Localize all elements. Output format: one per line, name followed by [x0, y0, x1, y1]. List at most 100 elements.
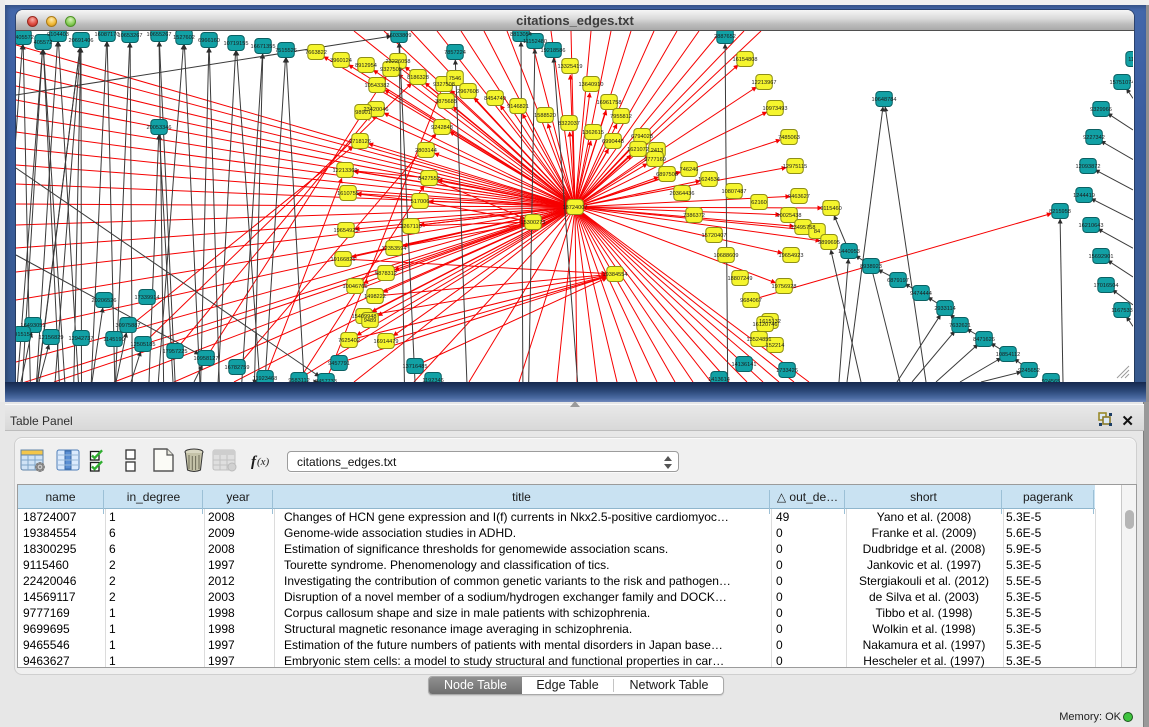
- svg-text:15692901: 15692901: [1089, 254, 1114, 260]
- svg-text:19384554: 19384554: [603, 272, 628, 278]
- svg-text:16154808: 16154808: [733, 57, 758, 63]
- svg-text:2718126: 2718126: [349, 139, 371, 145]
- svg-text:8186328: 8186328: [407, 75, 429, 81]
- svg-text:12975115: 12975115: [783, 164, 807, 170]
- svg-text:1112: 1112: [1128, 57, 1133, 63]
- svg-text:18724007: 18724007: [563, 205, 588, 211]
- svg-text:7632621: 7632621: [949, 323, 971, 329]
- svg-text:10958127: 10958127: [194, 356, 219, 362]
- svg-text:8938923: 8938923: [860, 264, 882, 270]
- svg-text:7515526: 7515526: [275, 48, 297, 54]
- svg-text:1244419: 1244419: [1073, 193, 1095, 199]
- svg-text:10719155: 10719155: [224, 41, 249, 47]
- svg-text:517006: 517006: [411, 199, 430, 205]
- svg-text:10807487: 10807487: [722, 189, 747, 195]
- svg-text:10973493: 10973493: [763, 106, 788, 112]
- svg-text:12213967: 12213967: [752, 80, 777, 86]
- svg-text:9899695: 9899695: [818, 240, 840, 246]
- svg-text:16120746: 16120746: [753, 322, 778, 328]
- svg-text:7955812: 7955812: [610, 114, 632, 120]
- svg-text:19756928: 19756928: [772, 284, 797, 290]
- svg-text:1440953: 1440953: [838, 249, 860, 255]
- svg-text:8454749: 8454749: [484, 96, 506, 102]
- svg-text:9777169: 9777169: [644, 157, 666, 163]
- svg-text:17957225: 17957225: [163, 349, 188, 355]
- svg-text:9684067: 9684067: [740, 298, 762, 304]
- svg-text:7663822: 7663822: [305, 50, 327, 56]
- svg-text:6897508: 6897508: [656, 172, 678, 178]
- svg-text:2887652: 2887652: [714, 34, 736, 40]
- svg-text:12213369: 12213369: [333, 168, 358, 174]
- svg-text:17016504: 17016504: [1094, 283, 1119, 289]
- svg-text:405572: 405572: [34, 40, 53, 46]
- svg-text:8215958: 8215958: [1049, 209, 1071, 215]
- svg-text:1610755: 1610755: [337, 191, 359, 197]
- svg-text:3960124: 3960124: [330, 58, 352, 64]
- svg-text:18807249: 18807249: [728, 276, 753, 282]
- svg-text:12942737: 12942737: [69, 336, 94, 342]
- svg-text:9474444: 9474444: [910, 291, 932, 297]
- svg-text:3267110: 3267110: [400, 224, 421, 230]
- svg-text:15751074: 15751074: [1110, 80, 1133, 86]
- svg-text:152214: 152214: [766, 343, 785, 349]
- svg-text:7857224: 7857224: [444, 50, 466, 56]
- svg-text:10046765: 10046765: [343, 284, 368, 290]
- svg-text:15300273: 15300273: [521, 220, 546, 226]
- svg-text:3915154: 3915154: [16, 332, 33, 338]
- svg-text:13325419: 13325419: [558, 64, 583, 70]
- svg-text:19654925: 19654925: [334, 228, 359, 234]
- svg-text:8471626: 8471626: [973, 337, 995, 343]
- svg-text:14136141: 14136141: [732, 362, 757, 368]
- svg-text:20364436: 20364436: [670, 191, 695, 197]
- svg-text:10025438: 10025438: [777, 213, 802, 219]
- svg-text:9327508: 9327508: [433, 82, 455, 88]
- svg-text:62160: 62160: [751, 200, 767, 206]
- svg-text:6794028: 6794028: [631, 134, 653, 140]
- svg-text:16961758: 16961758: [597, 100, 622, 106]
- svg-text:2967608: 2967608: [457, 89, 479, 95]
- svg-text:20053346: 20053346: [147, 125, 172, 131]
- svg-text:1145190: 1145190: [103, 337, 124, 343]
- svg-text:12156829: 12156829: [39, 335, 64, 341]
- svg-text:10648784: 10648784: [872, 97, 897, 103]
- svg-text:8912954: 8912954: [355, 63, 377, 69]
- svg-text:19166825: 19166825: [331, 257, 356, 263]
- svg-text:8322037: 8322037: [558, 121, 580, 127]
- svg-text:8813054: 8813054: [510, 32, 532, 38]
- svg-text:16493051: 16493051: [21, 323, 46, 329]
- svg-text:20206526: 20206526: [92, 298, 117, 304]
- svg-text:12505185: 12505185: [131, 342, 156, 348]
- svg-text:30975887: 30975887: [116, 323, 141, 329]
- svg-text:(x): (x): [257, 456, 270, 468]
- svg-text:12093872: 12093872: [1076, 164, 1101, 170]
- svg-text:9457791: 9457791: [328, 361, 350, 367]
- svg-text:3875685: 3875685: [435, 99, 457, 105]
- svg-text:10854112: 10854112: [996, 352, 1020, 358]
- svg-text:6990448: 6990448: [602, 139, 624, 145]
- svg-text:6879197: 6879197: [887, 278, 909, 284]
- svg-text:9146821: 9146821: [507, 104, 529, 110]
- svg-text:84: 84: [814, 229, 820, 235]
- svg-text:9463627: 9463627: [788, 194, 810, 200]
- svg-text:9104403: 9104403: [47, 32, 69, 38]
- svg-text:13495758: 13495758: [791, 225, 816, 231]
- svg-text:746246: 746246: [680, 167, 699, 173]
- svg-text:16782759: 16782759: [225, 365, 250, 371]
- svg-text:17339914: 17339914: [135, 295, 160, 301]
- svg-text:11152480: 11152480: [523, 39, 547, 45]
- svg-text:1621072: 1621072: [627, 147, 649, 153]
- svg-text:16210643: 16210643: [1079, 223, 1104, 229]
- svg-text:2803144: 2803144: [415, 148, 437, 154]
- svg-text:9245652: 9245652: [1018, 368, 1040, 374]
- svg-text:1527602: 1527602: [173, 35, 195, 41]
- svg-text:8427552: 8427552: [418, 176, 440, 182]
- svg-text:10688609: 10688609: [714, 253, 739, 259]
- svg-text:9489: 9489: [364, 318, 376, 324]
- svg-text:9242848: 9242848: [431, 125, 453, 131]
- svg-text:1362615: 1362615: [582, 130, 604, 136]
- svg-text:7625402: 7625402: [338, 338, 360, 344]
- svg-text:7546: 7546: [449, 76, 461, 82]
- svg-text:10543382: 10543382: [365, 83, 390, 89]
- svg-text:19218586: 19218586: [541, 48, 566, 54]
- svg-text:1167533: 1167533: [1111, 308, 1132, 314]
